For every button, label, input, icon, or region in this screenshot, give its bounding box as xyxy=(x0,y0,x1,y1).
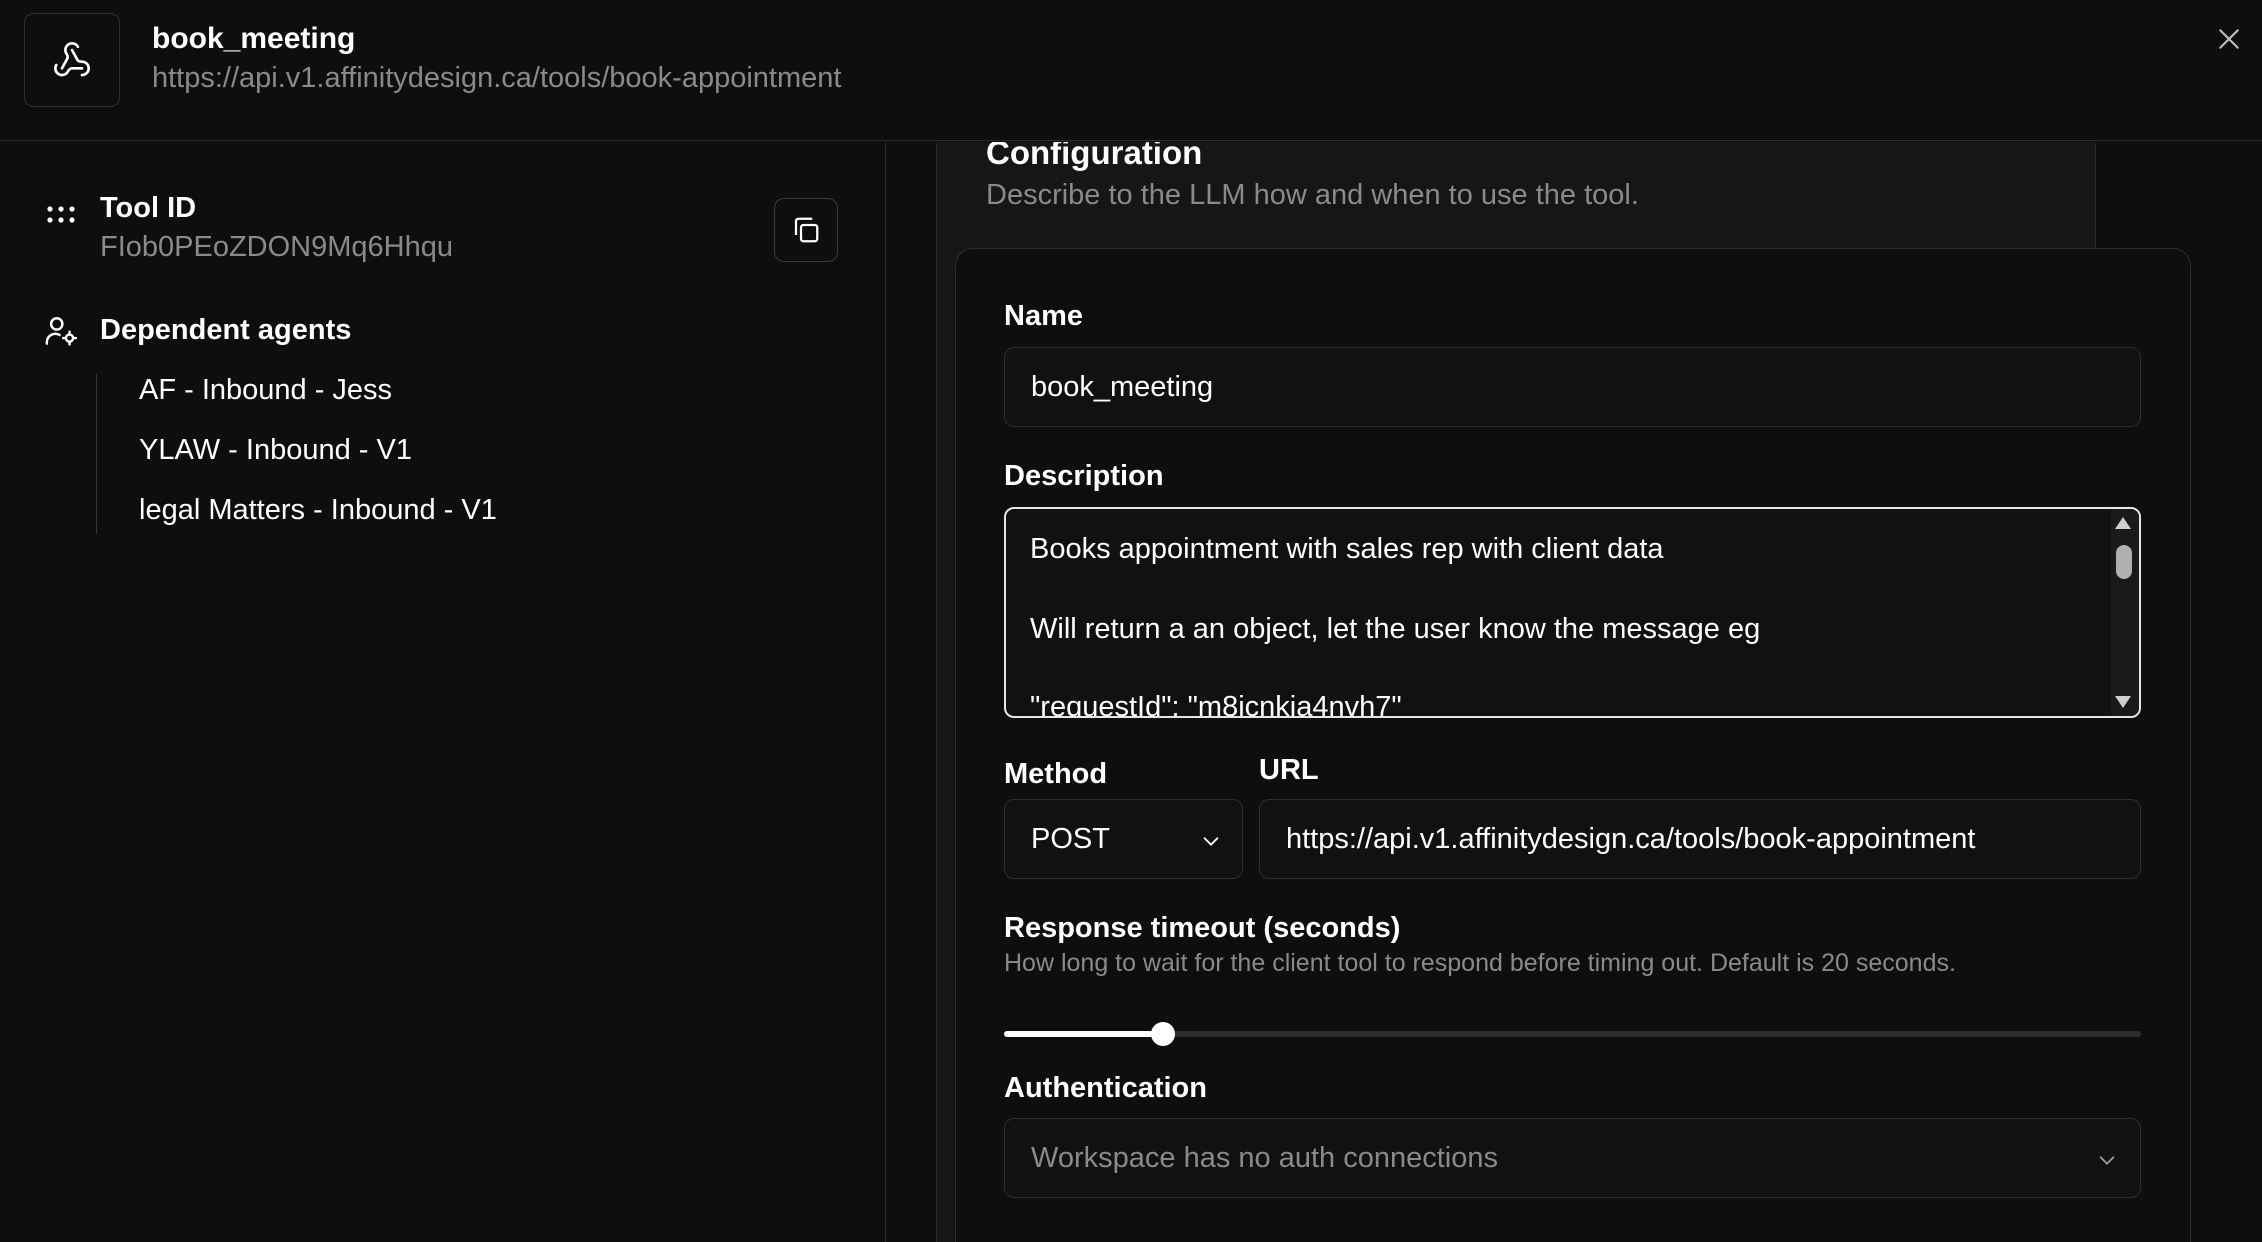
timeout-hint: How long to wait for the client tool to … xyxy=(1004,949,1956,977)
dependent-agents-label: Dependent agents xyxy=(100,314,352,346)
slider-thumb[interactable] xyxy=(1151,1022,1175,1046)
method-select[interactable]: POST xyxy=(1004,799,1243,879)
tool-id-label: Tool ID xyxy=(100,192,197,224)
agent-link[interactable]: AF - Inbound - Jess xyxy=(139,374,392,407)
url-input[interactable]: https://api.v1.affinitydesign.ca/tools/b… xyxy=(1259,799,2141,879)
description-line: "requestId": "m8icnkia4nvh7" xyxy=(1030,691,1402,718)
tool-url: https://api.v1.affinitydesign.ca/tools/b… xyxy=(152,62,842,94)
authentication-select[interactable]: Workspace has no auth connections xyxy=(1004,1118,2141,1198)
configuration-title: Configuration xyxy=(986,142,1203,171)
scroll-down-arrow-icon[interactable] xyxy=(2115,696,2131,708)
name-input[interactable]: book_meeting xyxy=(1004,347,2141,427)
description-textarea[interactable]: Books appointment with sales rep with cl… xyxy=(1004,507,2141,718)
scroll-up-arrow-icon[interactable] xyxy=(2115,517,2131,529)
scrollbar-thumb[interactable] xyxy=(2116,545,2132,579)
grip-dots-icon xyxy=(47,206,75,223)
authentication-placeholder: Workspace has no auth connections xyxy=(1031,1141,1498,1174)
timeout-label: Response timeout (seconds) xyxy=(1004,912,1401,944)
name-label: Name xyxy=(1004,300,1083,332)
configuration-subtitle: Describe to the LLM how and when to use … xyxy=(986,179,1639,211)
tool-title: book_meeting xyxy=(152,22,356,55)
configuration-panel: Configuration Describe to the LLM how an… xyxy=(887,142,2262,1242)
name-value: book_meeting xyxy=(1031,370,1214,403)
description-line: Will return a an object, let the user kn… xyxy=(1030,613,1761,645)
dependent-agents-list: AF - Inbound - Jess YLAW - Inbound - V1 … xyxy=(96,374,497,534)
description-scrollbar[interactable] xyxy=(2111,509,2139,716)
copy-icon xyxy=(794,217,819,243)
description-line: Books appointment with sales rep with cl… xyxy=(1030,533,1664,565)
agent-link[interactable]: YLAW - Inbound - V1 xyxy=(139,434,412,467)
tool-sidebar: Tool ID FIob0PEoZDON9Mq6Hhqu Dependent a… xyxy=(0,142,886,1242)
timeout-slider[interactable] xyxy=(1004,1022,2141,1046)
close-icon xyxy=(2219,29,2239,49)
method-label: Method xyxy=(1004,758,1108,790)
url-label: URL xyxy=(1259,754,1319,786)
webhook-icon xyxy=(24,13,120,107)
user-settings-icon xyxy=(45,317,78,346)
close-button[interactable] xyxy=(2212,22,2246,56)
url-value: https://api.v1.affinitydesign.ca/tools/b… xyxy=(1286,822,1976,855)
copy-tool-id-button[interactable] xyxy=(774,198,838,262)
slider-fill xyxy=(1004,1031,1163,1037)
method-value: POST xyxy=(1031,822,1110,855)
tool-id-value[interactable]: FIob0PEoZDON9Mq6Hhqu xyxy=(100,231,453,264)
chevron-down-icon xyxy=(1203,837,1219,846)
agent-link[interactable]: legal Matters - Inbound - V1 xyxy=(139,494,497,527)
tool-header: book_meeting https://api.v1.affinitydesi… xyxy=(0,0,2262,141)
chevron-down-icon xyxy=(2099,1156,2115,1165)
authentication-label: Authentication xyxy=(1004,1072,1207,1104)
description-label: Description xyxy=(1004,460,1164,492)
